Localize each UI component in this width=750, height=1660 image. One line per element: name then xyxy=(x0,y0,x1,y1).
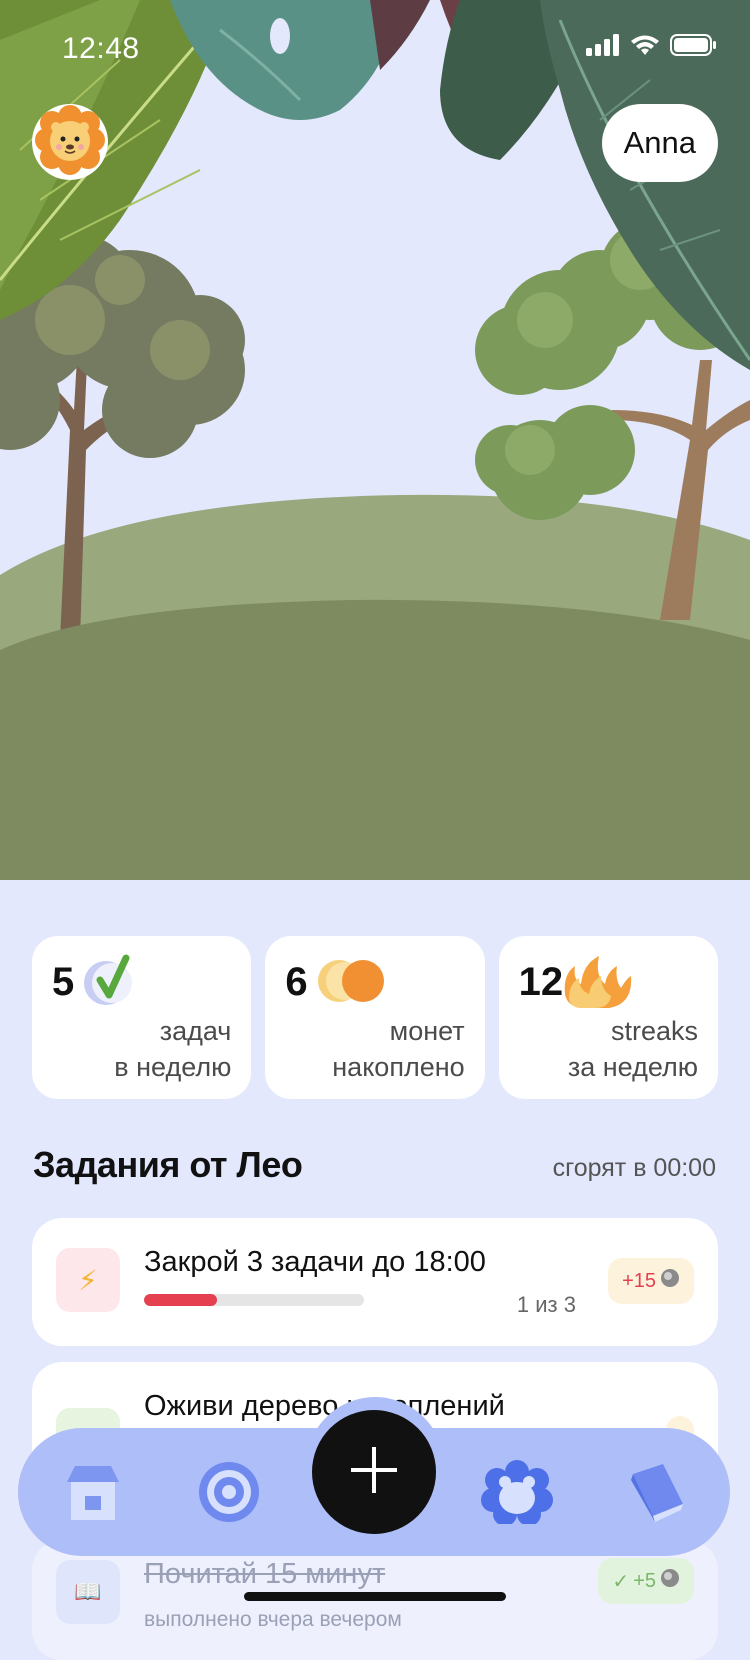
task-progress-bar xyxy=(144,1294,364,1306)
battery-icon xyxy=(670,34,716,61)
wifi-icon xyxy=(630,34,660,61)
stat-value: 12 xyxy=(518,960,564,1004)
task-title: Закрой 3 задачи до 18:00 xyxy=(144,1246,486,1278)
stat-card-tasks[interactable]: 5 задач в неделю xyxy=(32,936,252,1099)
section-expiry-note: сгорят в 00:00 xyxy=(552,1154,716,1182)
task-title: Почитай 15 минут xyxy=(144,1558,386,1590)
status-time: 12:48 xyxy=(62,32,140,65)
section-title: Задания от Лео xyxy=(33,1144,303,1185)
stat-label: монет накоплено xyxy=(332,1016,465,1082)
nav-pet[interactable] xyxy=(481,1459,553,1529)
bear-icon xyxy=(481,1459,553,1529)
coins-icon xyxy=(315,954,387,1013)
cellular-signal-icon xyxy=(586,34,620,61)
stat-value: 6 xyxy=(285,960,308,1004)
stats-row: 5 задач в неделю 6 монет накоплено 12 st… xyxy=(32,936,718,1099)
status-bar: 12:48 xyxy=(0,0,750,100)
home-icon xyxy=(61,1462,125,1527)
home-indicator xyxy=(244,1592,506,1601)
check-icon: ✓ xyxy=(612,1570,630,1593)
check-badge-icon xyxy=(82,954,136,1013)
stat-label: streaks за неделю xyxy=(567,1016,698,1082)
task-reward-badge: +15 xyxy=(608,1258,694,1304)
stat-value: 5 xyxy=(52,960,75,1004)
nav-goals[interactable] xyxy=(194,1460,264,1529)
book-icon: 📖 xyxy=(56,1560,120,1624)
target-icon xyxy=(197,1460,261,1529)
lightning-icon: ⚡ xyxy=(56,1248,120,1312)
stat-card-coins[interactable]: 6 монет накоплено xyxy=(265,936,485,1099)
plus-icon xyxy=(349,1445,399,1500)
stat-card-streaks[interactable]: 12 streaks за неделю xyxy=(498,936,718,1099)
nav-home[interactable] xyxy=(58,1462,128,1526)
lion-icon xyxy=(35,104,105,180)
coin-icon xyxy=(660,1568,680,1594)
profile-name-button[interactable]: Anna xyxy=(601,104,718,182)
task-reward-badge: ✓ +5 xyxy=(598,1558,694,1604)
nav-journal[interactable] xyxy=(620,1462,690,1526)
book-icon xyxy=(623,1460,687,1529)
coin-icon xyxy=(660,1268,680,1294)
task-subtitle: выполнено вчера вечером xyxy=(144,1608,402,1631)
profile-avatar[interactable] xyxy=(32,104,108,180)
task-progress-text: 1 из 3 xyxy=(516,1292,576,1317)
flame-icon xyxy=(561,954,633,1015)
task-card[interactable]: ⚡ Закрой 3 задачи до 18:00 1 из 3 +15 xyxy=(32,1218,718,1346)
stat-label: задач в неделю xyxy=(114,1016,232,1082)
add-button[interactable] xyxy=(312,1410,436,1534)
